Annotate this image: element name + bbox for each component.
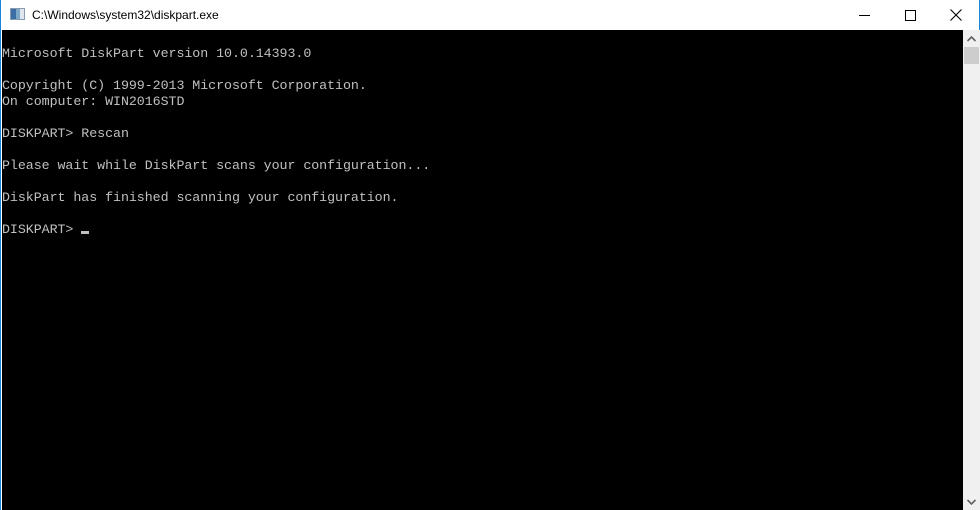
scroll-up-button[interactable] — [963, 30, 980, 47]
console-line: Microsoft DiskPart version 10.0.14393.0 — [2, 46, 312, 61]
vertical-scrollbar[interactable] — [963, 30, 980, 510]
chevron-down-icon — [967, 498, 976, 505]
maximize-button[interactable] — [887, 0, 933, 30]
window-title: C:\Windows\system32\diskpart.exe — [32, 8, 219, 22]
close-button[interactable] — [933, 0, 979, 30]
close-icon — [950, 9, 962, 21]
chevron-up-icon — [967, 35, 976, 42]
console-line: On computer: WIN2016STD — [2, 94, 185, 109]
minimize-icon — [858, 14, 870, 16]
console-line: DISKPART> Rescan — [2, 126, 129, 141]
maximize-icon — [904, 9, 916, 21]
scrollbar-thumb[interactable] — [964, 47, 979, 64]
text-cursor — [81, 231, 90, 234]
console-window: C:\Windows\system32\diskpart.exe Microso… — [0, 0, 980, 510]
console-output[interactable]: Microsoft DiskPart version 10.0.14393.0 … — [2, 30, 963, 510]
console-line: DiskPart has finished scanning your conf… — [2, 190, 399, 205]
console-line: Please wait while DiskPart scans your co… — [2, 158, 431, 173]
minimize-button[interactable] — [841, 0, 887, 30]
console-app-icon[interactable] — [10, 8, 25, 20]
scroll-down-button[interactable] — [963, 493, 980, 510]
title-bar[interactable]: C:\Windows\system32\diskpart.exe — [1, 0, 979, 30]
prompt-text: DISKPART> — [2, 222, 82, 237]
console-line: Copyright (C) 1999-2013 Microsoft Corpor… — [2, 78, 367, 93]
prompt-line[interactable]: DISKPART> — [2, 222, 90, 238]
